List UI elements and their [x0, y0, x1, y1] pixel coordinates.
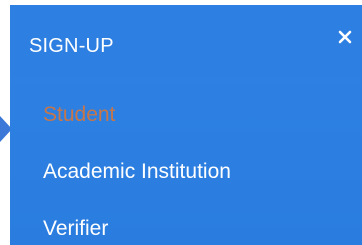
signup-menu: Student Academic Institution Verifier — [10, 77, 362, 245]
signup-popover: SIGN-UP Student Academic Institution Ver… — [0, 0, 362, 245]
panel-title: SIGN-UP — [29, 35, 114, 57]
panel-header: SIGN-UP — [10, 5, 362, 77]
menu-item-verifier[interactable]: Verifier — [43, 217, 108, 241]
menu-item-student[interactable]: Student — [43, 103, 115, 127]
close-button[interactable] — [335, 27, 355, 47]
close-icon — [338, 30, 352, 44]
menu-item-academic-institution[interactable]: Academic Institution — [43, 160, 231, 184]
signup-panel: SIGN-UP Student Academic Institution Ver… — [10, 5, 362, 245]
